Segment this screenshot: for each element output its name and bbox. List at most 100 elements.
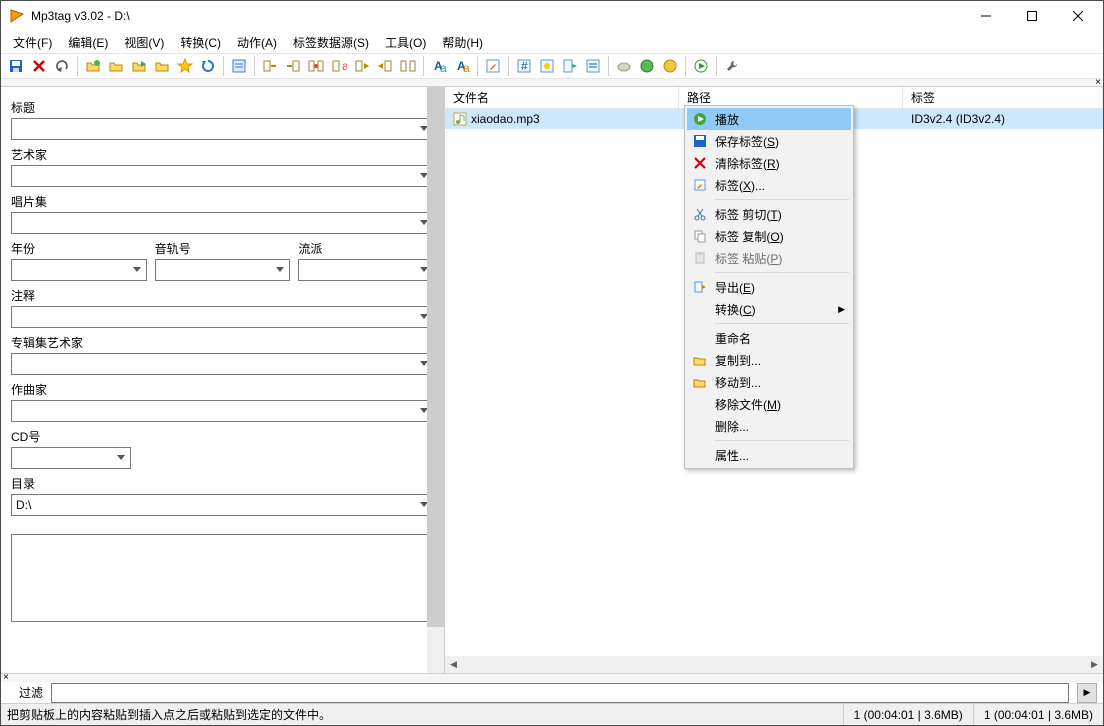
tools-icon[interactable] [721, 55, 743, 77]
label-genre: 流派 [298, 240, 434, 257]
filename-tag-icon[interactable] [282, 55, 304, 77]
input-discnumber[interactable] [11, 447, 131, 469]
scroll-right-icon[interactable]: ▶ [1086, 656, 1103, 673]
menu-file[interactable]: 文件(F) [5, 32, 60, 53]
input-artist[interactable] [11, 165, 434, 187]
cm-save-tags[interactable]: 保存标签(S) [687, 130, 851, 152]
filename-filename-icon[interactable] [305, 55, 327, 77]
scroll-left-icon[interactable]: ◀ [445, 656, 462, 673]
folder-open-icon[interactable] [82, 55, 104, 77]
input-album[interactable] [11, 212, 434, 234]
play-icon [691, 112, 709, 126]
maximize-button[interactable] [1009, 1, 1055, 31]
number-icon[interactable]: # [513, 55, 535, 77]
cm-copy[interactable]: 标签 复制(O) [687, 225, 851, 247]
input-albumartist[interactable] [11, 353, 434, 375]
select-all-icon[interactable] [228, 55, 250, 77]
folder-refresh-icon[interactable] [151, 55, 173, 77]
titlebar: Mp3tag v3.02 - D:\ [1, 1, 1103, 31]
playlist-icon[interactable] [582, 55, 604, 77]
save-icon[interactable] [5, 55, 27, 77]
horizontal-scrollbar[interactable]: ◀ ▶ [445, 656, 1103, 673]
tag-panel: 标题 艺术家 唱片集 年份 音轨号 流派 注释 [1, 87, 445, 673]
tag-icon [691, 178, 709, 192]
cloud-icon[interactable] [613, 55, 635, 77]
input-genre[interactable] [298, 259, 434, 281]
filter-go-button[interactable]: ▶ [1077, 683, 1097, 703]
label-albumartist: 专辑集艺术家 [11, 334, 434, 351]
col-tag[interactable]: 标签 [903, 87, 1103, 108]
col-filename[interactable]: 文件名 [445, 87, 679, 108]
status-message: 把剪贴板上的内容粘贴到插入点之后或粘贴到选定的文件中。 [1, 706, 843, 723]
cm-paste: 标签 粘贴(P) [687, 247, 851, 269]
cell-filename: xiaodao.mp3 [471, 112, 540, 126]
refresh-icon[interactable] [197, 55, 219, 77]
input-title[interactable] [11, 118, 434, 140]
cm-properties[interactable]: 属性... [687, 444, 851, 466]
panel-grip[interactable]: × [1, 79, 1103, 87]
directory-value: D:\ [16, 498, 31, 512]
menu-actions[interactable]: 动作(A) [229, 32, 285, 53]
globe-green-icon[interactable] [636, 55, 658, 77]
input-directory[interactable]: D:\ [11, 494, 434, 516]
wizard-icon[interactable] [536, 55, 558, 77]
status-selected: 1 (00:04:01 | 3.6MB) [843, 704, 973, 725]
globe-yellow-icon[interactable] [659, 55, 681, 77]
input-comment[interactable] [11, 306, 434, 328]
menu-help[interactable]: 帮助(H) [434, 32, 491, 53]
minimize-button[interactable] [963, 1, 1009, 31]
filter-close-icon[interactable]: × [3, 672, 9, 683]
input-track[interactable] [155, 259, 291, 281]
menubar: 文件(F) 编辑(E) 视图(V) 转换(C) 动作(A) 标签数据源(S) 工… [1, 31, 1103, 53]
export-icon[interactable] [559, 55, 581, 77]
cm-play[interactable]: 播放 [687, 108, 851, 130]
tag-tag-icon[interactable] [397, 55, 419, 77]
app-icon [9, 8, 25, 24]
tag-export-icon[interactable] [351, 55, 373, 77]
filter-input[interactable] [51, 683, 1069, 703]
cm-remove-tags[interactable]: 清除标签(R) [687, 152, 851, 174]
tag-filename-icon[interactable] [259, 55, 281, 77]
svg-text:a: a [440, 61, 447, 74]
folder-add-icon[interactable] [105, 55, 127, 77]
close-button[interactable] [1055, 1, 1101, 31]
cover-art-area[interactable] [11, 534, 434, 622]
tag-import-icon[interactable] [374, 55, 396, 77]
label-title: 标题 [11, 99, 434, 116]
cm-convert[interactable]: 转换(C) ▶ [687, 298, 851, 320]
cm-export[interactable]: 导出(E) [687, 276, 851, 298]
cm-rename[interactable]: 重命名 [687, 327, 851, 349]
menu-tools[interactable]: 工具(O) [377, 32, 434, 53]
cm-copyto[interactable]: 复制到... [687, 349, 851, 371]
input-year[interactable] [11, 259, 147, 281]
label-comment: 注释 [11, 287, 434, 304]
svg-text:a: a [463, 61, 470, 74]
menu-tagsources[interactable]: 标签数据源(S) [285, 32, 377, 53]
export-icon [691, 280, 709, 294]
panel-close-icon[interactable]: × [1095, 77, 1101, 88]
menu-view[interactable]: 视图(V) [116, 32, 172, 53]
cm-delete[interactable]: 删除... [687, 415, 851, 437]
menu-convert[interactable]: 转换(C) [172, 32, 229, 53]
cut-icon [691, 207, 709, 221]
play-toolbar-icon[interactable] [690, 55, 712, 77]
edit-icon[interactable] [482, 55, 504, 77]
cm-moveto[interactable]: 移动到... [687, 371, 851, 393]
menu-edit[interactable]: 编辑(E) [60, 32, 116, 53]
delete-icon[interactable] [28, 55, 50, 77]
undo-icon[interactable] [51, 55, 73, 77]
actions-b-icon[interactable]: Aa [451, 55, 473, 77]
actions-a-icon[interactable]: Aa [428, 55, 450, 77]
label-year: 年份 [11, 240, 147, 257]
input-composer[interactable] [11, 400, 434, 422]
cm-cut[interactable]: 标签 剪切(T) [687, 203, 851, 225]
copy-icon [691, 229, 709, 243]
cm-tags[interactable]: 标签(X)... [687, 174, 851, 196]
filter-grip[interactable]: × [1, 674, 1103, 682]
cell-tag: ID3v2.4 (ID3v2.4) [911, 112, 1005, 126]
text-tag-icon[interactable]: a [328, 55, 350, 77]
panel-scrollbar[interactable] [427, 87, 444, 673]
star-icon[interactable] [174, 55, 196, 77]
folder-play-icon[interactable] [128, 55, 150, 77]
cm-remove-file[interactable]: 移除文件(M) [687, 393, 851, 415]
